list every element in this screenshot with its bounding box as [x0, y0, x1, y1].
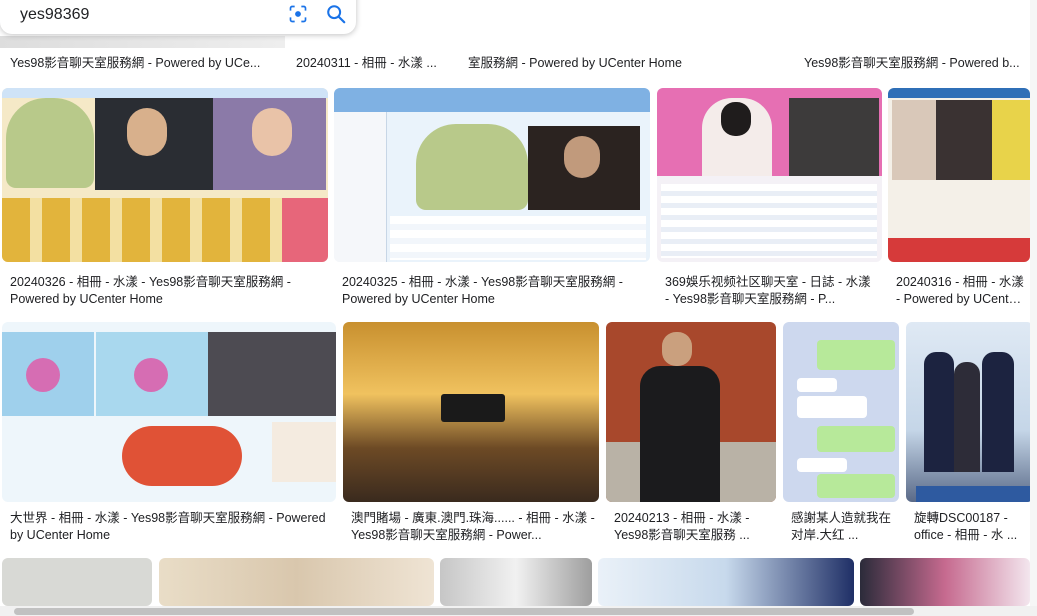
result-tile[interactable]: 369娛乐视频社区聊天室 - 日誌 - 水漾 - Yes98影音聊天室服務網 -…	[657, 88, 882, 314]
result-caption[interactable]: Yes98影音聊天室服務網 - Powered by UCe...	[10, 55, 281, 72]
result-thumbnail[interactable]	[2, 322, 336, 502]
search-icon[interactable]	[325, 3, 347, 25]
result-caption[interactable]: 旋轉DSC00187 - office - 相冊 - 水 ...	[914, 510, 1029, 544]
result-tile[interactable]: 感謝某人造就我在对岸.大红 ...	[783, 322, 899, 548]
result-thumbnail[interactable]	[888, 88, 1030, 262]
result-caption[interactable]: 澳門賭場 - 廣東.澳門.珠海...... - 相冊 - 水漾 - Yes98影…	[351, 510, 595, 544]
result-tile[interactable]: 澳門賭場 - 廣東.澳門.珠海...... - 相冊 - 水漾 - Yes98影…	[343, 322, 599, 548]
result-thumbnail[interactable]	[159, 558, 434, 606]
thumb-fragment	[0, 36, 285, 48]
result-tile[interactable]: 室服務網 - Powered by UCenter Home	[460, 36, 790, 76]
result-thumbnail[interactable]	[2, 558, 152, 606]
result-thumbnail[interactable]	[598, 558, 854, 606]
result-tile[interactable]: 20240326 - 相冊 - 水漾 - Yes98影音聊天室服務網 - Pow…	[2, 88, 328, 314]
search-box[interactable]: yes98369	[0, 0, 356, 34]
result-caption[interactable]: 20240311 - 相冊 - 水漾 ...	[296, 55, 454, 72]
result-tile[interactable]: Yes98影音聊天室服務網 - Powered by UCe...	[0, 36, 285, 76]
result-caption[interactable]: 感謝某人造就我在对岸.大红 ...	[791, 510, 895, 544]
result-thumbnail[interactable]	[906, 322, 1033, 502]
result-tile[interactable]: Yes98影音聊天室服務網 - Powered b...	[796, 36, 1030, 76]
result-tile[interactable]: 20240325 - 相冊 - 水漾 - Yes98影音聊天室服務網 - Pow…	[334, 88, 650, 314]
result-caption[interactable]: 室服務網 - Powered by UCenter Home	[468, 55, 786, 72]
result-thumbnail[interactable]	[343, 322, 599, 502]
result-thumbnail[interactable]	[334, 88, 650, 262]
result-tile[interactable]: 20240213 - 相冊 - 水漾 - Yes98影音聊天室服務 ...	[606, 322, 776, 548]
result-tile[interactable]	[860, 558, 1030, 606]
result-tile[interactable]: 旋轉DSC00187 - office - 相冊 - 水 ...	[906, 322, 1033, 548]
result-tile[interactable]	[159, 558, 434, 606]
visual-search-icon[interactable]	[288, 4, 308, 24]
result-caption[interactable]: Yes98影音聊天室服務網 - Powered b...	[804, 55, 1026, 72]
result-thumbnail[interactable]	[657, 88, 882, 262]
result-tile[interactable]: 20240311 - 相冊 - 水漾 ...	[288, 36, 458, 76]
result-thumbnail[interactable]	[2, 88, 328, 262]
result-tile[interactable]: 大世界 - 相冊 - 水漾 - Yes98影音聊天室服務網 - Powered …	[2, 322, 336, 548]
result-caption[interactable]: 大世界 - 相冊 - 水漾 - Yes98影音聊天室服務網 - Powered …	[10, 510, 332, 544]
result-thumbnail[interactable]	[440, 558, 592, 606]
search-input[interactable]: yes98369	[20, 6, 89, 24]
result-thumbnail[interactable]	[860, 558, 1030, 606]
result-caption[interactable]: 20240325 - 相冊 - 水漾 - Yes98影音聊天室服務網 - Pow…	[342, 274, 646, 308]
horizontal-scrollbar-thumb[interactable]	[14, 608, 914, 615]
result-caption[interactable]: 20240326 - 相冊 - 水漾 - Yes98影音聊天室服務網 - Pow…	[10, 274, 324, 308]
result-caption[interactable]: 369娛乐视频社区聊天室 - 日誌 - 水漾 - Yes98影音聊天室服務網 -…	[665, 274, 878, 308]
vertical-scrollbar[interactable]	[1030, 0, 1037, 606]
result-thumbnail[interactable]	[606, 322, 776, 502]
result-caption[interactable]: 20240316 - 相冊 - 水漾 - Powered by UCenter …	[896, 274, 1026, 308]
result-tile[interactable]	[2, 558, 152, 606]
result-caption[interactable]: 20240213 - 相冊 - 水漾 - Yes98影音聊天室服務 ...	[614, 510, 772, 544]
result-tile[interactable]	[598, 558, 854, 606]
result-thumbnail[interactable]	[783, 322, 899, 502]
result-tile[interactable]	[440, 558, 592, 606]
result-tile[interactable]: 20240316 - 相冊 - 水漾 - Powered by UCenter …	[888, 88, 1030, 314]
